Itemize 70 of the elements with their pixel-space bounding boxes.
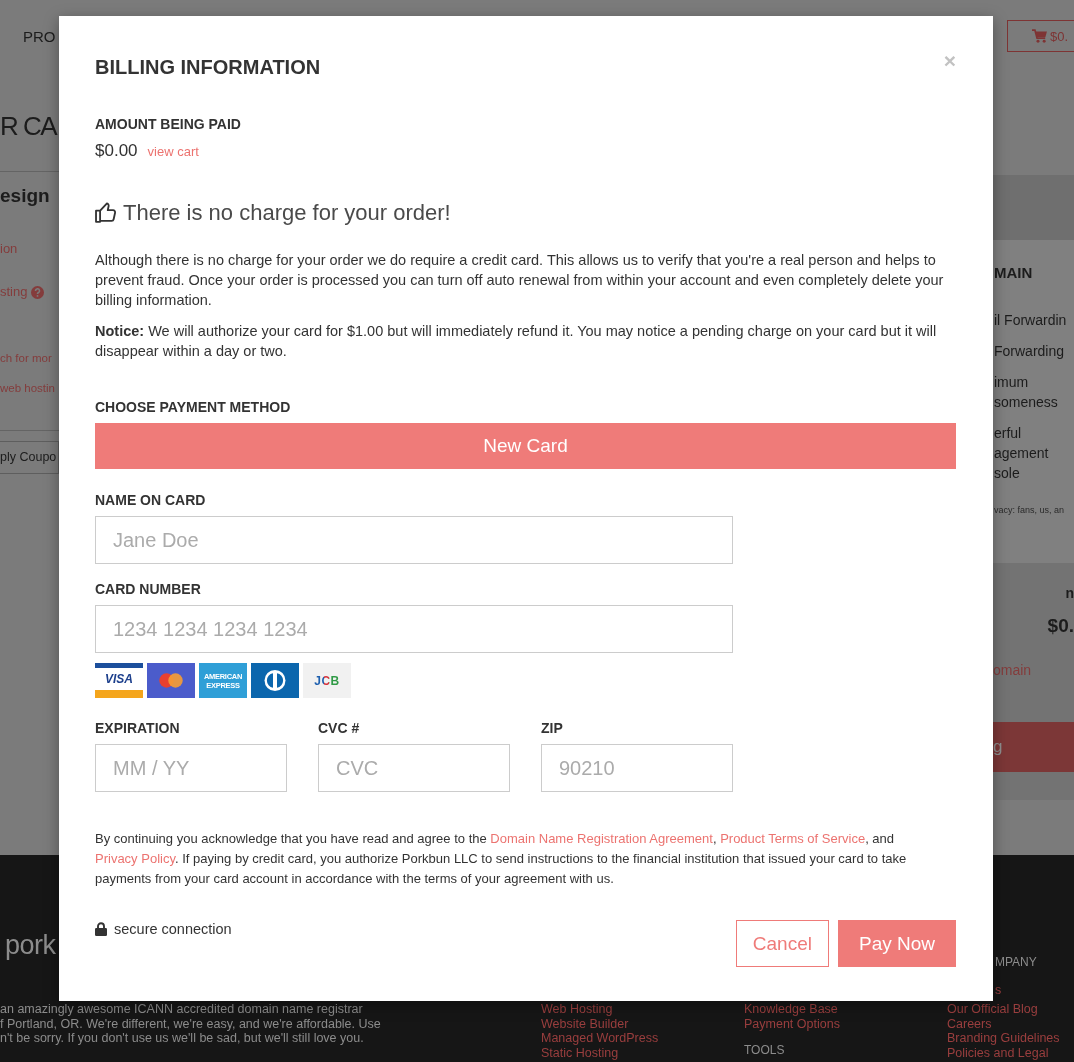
- footer-link[interactable]: Careers: [947, 1016, 992, 1031]
- option-link[interactable]: sting: [0, 284, 28, 300]
- checkout-button[interactable]: g: [993, 722, 1074, 772]
- input-field[interactable]: 90210: [541, 744, 733, 792]
- card-circles-icon: [147, 663, 195, 698]
- field-label: ZIP: [541, 719, 564, 737]
- explanation-text: Although there is no charge for your order we do require a credit card. This allows us to verify that you're a real person and helps to prevent fraud. Once your order is processed you can turn off auto renewal from within your account and even completely delete your billing information.: [95, 251, 945, 310]
- field-label: EXPIRATION: [95, 719, 181, 737]
- cancel-button[interactable]: Cancel: [735, 920, 829, 967]
- pay-button[interactable]: Pay Now: [837, 920, 956, 967]
- input-field[interactable]: MM / YY: [95, 744, 287, 792]
- panel-heading: MAIN: [994, 263, 1034, 283]
- field-label: CARD NUMBER: [95, 580, 202, 598]
- note-link[interactable]: web hostin: [0, 380, 55, 396]
- card-ring-icon: [251, 663, 299, 698]
- visa-logo: VISA: [95, 663, 143, 698]
- option-link[interactable]: ion: [0, 241, 18, 257]
- summary-label: n: [1065, 584, 1074, 602]
- product-name: esign: [0, 184, 50, 208]
- input-field[interactable]: Jane Doe: [95, 516, 733, 564]
- input-field[interactable]: 1234 1234 1234 1234: [95, 605, 733, 653]
- total-price: $0.: [1047, 614, 1074, 638]
- privacy-note: vacy: fans, us, an: [994, 504, 1066, 516]
- feature-text: imum: [994, 373, 1030, 392]
- feature-text: someness: [994, 393, 1059, 412]
- terms-text: By continuing you acknowledge that you have read and agree to the Domain Name Registration Agreement, Product Terms of Service, and Privacy Policy. If paying by credit card, you authorize Porkbun LLC to send instructions to the financial institution that issued your card to take payments from your card account in accordance with the terms of your agreement with us.: [95, 830, 908, 888]
- footer-link[interactable]: Policies and Legal: [947, 1045, 1049, 1060]
- field-label: NAME ON CARD: [95, 491, 207, 509]
- footer-link[interactable]: Managed WordPress: [541, 1031, 659, 1046]
- about-text: f Portland, OR. We're different, we're easy, and we're affordable. Use: [0, 1016, 381, 1031]
- legal-link[interactable]: Privacy Policy: [95, 851, 175, 866]
- jcb-logo: JCB: [303, 663, 351, 698]
- cart-button[interactable]: $0.: [1007, 20, 1074, 52]
- footer-link[interactable]: Branding Guidelines: [947, 1031, 1060, 1046]
- footer-heading: MPANY: [995, 955, 1037, 970]
- about-text: n't be sorry. If you don't use us we'll be sad, but we'll still love you.: [0, 1031, 364, 1046]
- feature-text: Forwarding: [994, 342, 1066, 361]
- feature-text: sole: [994, 464, 1021, 483]
- secure-connection-text: secure connection: [114, 920, 232, 938]
- input-field[interactable]: CVC: [318, 744, 510, 792]
- feature-text: il Forwardin: [994, 311, 1068, 330]
- footer-link[interactable]: Our Official Blog: [947, 1002, 1038, 1017]
- feature-text: erful: [994, 424, 1023, 443]
- close-button[interactable]: ×: [943, 51, 956, 71]
- amount-value: $0.00: [95, 140, 138, 162]
- page-title: R CA: [0, 110, 57, 143]
- payment-method-button[interactable]: New Card: [95, 423, 956, 469]
- footer-link[interactable]: Payment Options: [744, 1016, 840, 1031]
- footer-heading: TOOLS: [744, 1043, 785, 1058]
- feature-text: agement: [994, 444, 1050, 463]
- field-label: CVC #: [318, 719, 361, 737]
- footer-logo-text: pork: [5, 929, 57, 962]
- nav-link[interactable]: PRO: [23, 28, 56, 46]
- footer-link[interactable]: s: [995, 982, 1002, 997]
- no-charge-heading: There is no charge for your order!: [123, 199, 451, 227]
- about-text: an amazingly awesome ICANN accredited domain name registrar: [0, 1002, 363, 1017]
- modal-title: BILLING INFORMATION: [95, 55, 321, 80]
- footer-link[interactable]: Web Hosting: [541, 1002, 613, 1017]
- footer-link[interactable]: Website Builder: [541, 1016, 629, 1031]
- payment-method-label: CHOOSE PAYMENT METHOD: [95, 398, 291, 416]
- coupon-button[interactable]: ply Coupo: [0, 441, 59, 474]
- thumbs-up-icon: [95, 202, 117, 224]
- amount-label: AMOUNT BEING PAID: [95, 115, 241, 133]
- lock-icon: [95, 922, 107, 936]
- notice-text: Notice: We will authorize your card for $1.00 but will immediately refund it. You may notice a pending charge on your card but it will disappear within a day or two.: [95, 322, 938, 361]
- legal-link[interactable]: Domain Name Registration Agreement: [490, 831, 713, 846]
- cart-icon: [1032, 29, 1047, 43]
- footer-link[interactable]: Static Hosting: [541, 1045, 619, 1060]
- footer-link[interactable]: Knowledge Base: [744, 1002, 838, 1017]
- view-cart-link[interactable]: view cart: [147, 141, 199, 163]
